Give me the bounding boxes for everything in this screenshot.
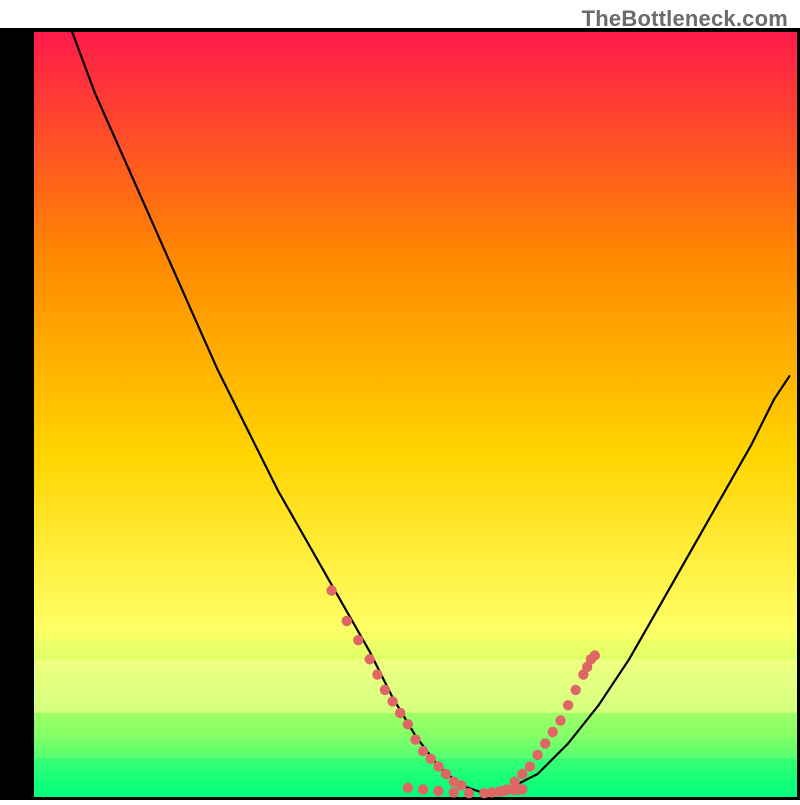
chart-svg bbox=[0, 0, 800, 800]
watermark: TheBottleneck.com bbox=[582, 6, 788, 32]
bottleneck-chart bbox=[0, 0, 800, 800]
